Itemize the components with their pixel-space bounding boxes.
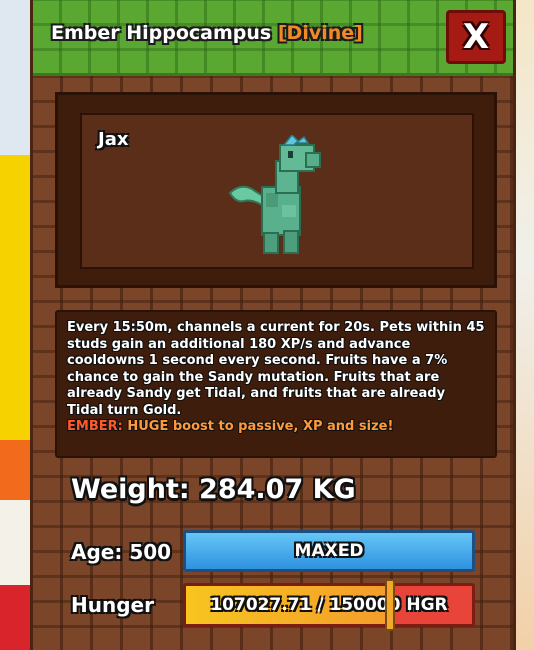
close-icon: X	[462, 17, 490, 57]
hunger-bar-text: 107027.71 / 150000 HGR	[210, 595, 448, 615]
close-button[interactable]: X	[446, 10, 506, 64]
hunger-bar-marker	[385, 579, 396, 631]
age-label: Age: 500	[71, 540, 172, 564]
mutation-line: EMBER: HUGE boost to passive, XP and siz…	[67, 419, 485, 436]
background-right-edge	[514, 0, 534, 650]
pet-title: Ember Hippocampus [Divine]	[51, 22, 363, 44]
mutation-effect: HUGE boost to passive, XP and size!	[122, 419, 394, 434]
hunger-bar: 107027.71 / 150000 HGR	[183, 583, 475, 627]
age-bar-text: MAXED	[294, 541, 364, 561]
mutation-name: EMBER:	[67, 419, 123, 434]
hippocampus-model-icon	[228, 135, 321, 254]
pet-rarity: [Divine]	[277, 22, 363, 44]
hunger-label: Hunger	[71, 593, 154, 617]
age-bar: MAXED	[183, 530, 475, 572]
pet-info-panel: Ember Hippocampus [Divine] X Jax Every 1…	[30, 0, 516, 650]
pet-name: Ember Hippocampus	[51, 22, 272, 44]
pet-viewport-frame: Jax	[55, 92, 497, 288]
ability-description: Every 15:50m, channels a current for 20s…	[67, 320, 485, 418]
pet-weight: Weight: 284.07 KG	[71, 474, 356, 505]
owner-name: Jax	[98, 129, 129, 150]
pet-viewport[interactable]: Jax	[80, 113, 474, 269]
panel-header: Ember Hippocampus [Divine] X	[33, 0, 513, 76]
ability-description-box: Every 15:50m, channels a current for 20s…	[55, 310, 497, 458]
